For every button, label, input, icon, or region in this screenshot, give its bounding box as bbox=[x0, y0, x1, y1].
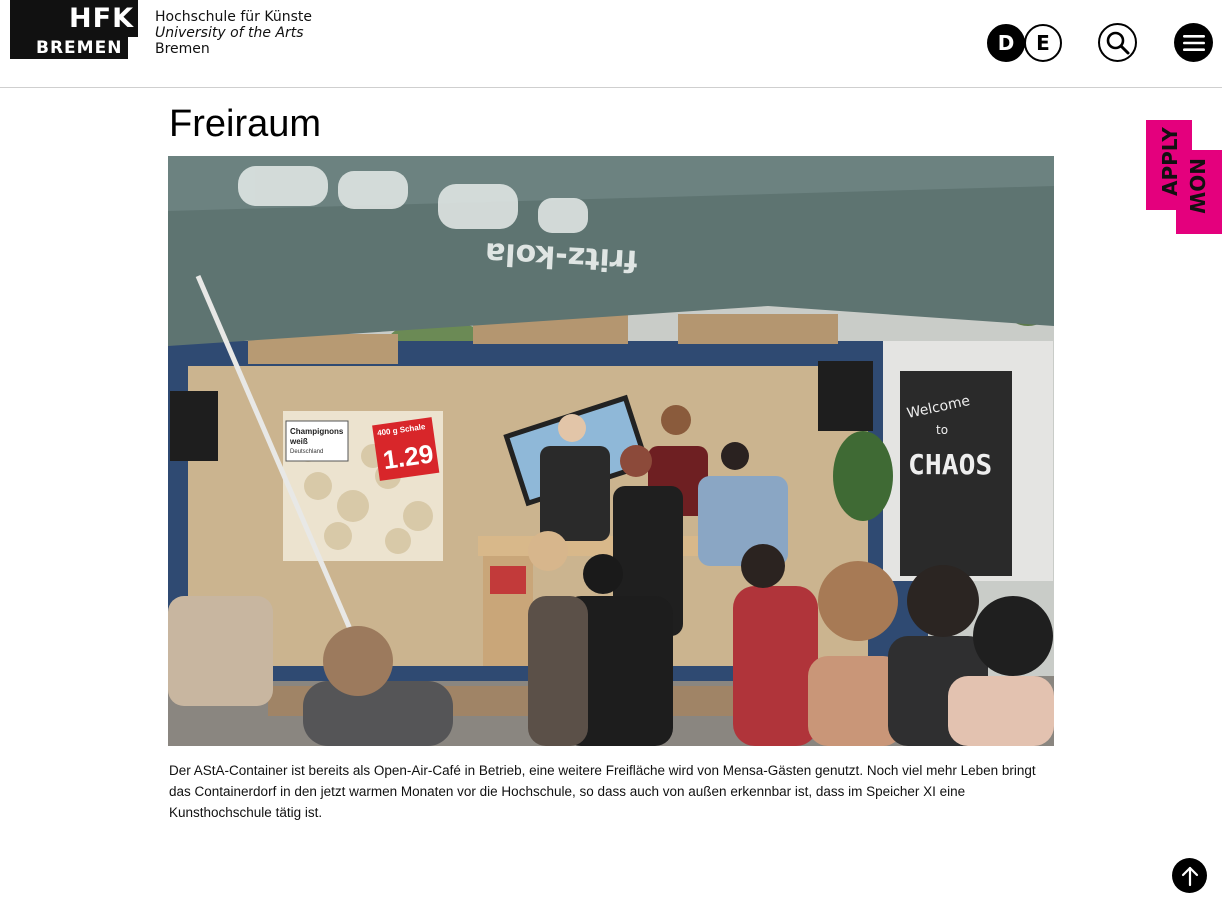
apply-now-label-apply: APPLY bbox=[1158, 127, 1182, 196]
apply-now-label-now: NOW bbox=[1185, 158, 1209, 214]
sign-origin-text: Deutschland bbox=[290, 449, 323, 455]
page-title: Freiraum bbox=[169, 103, 322, 145]
logo-text-line-city: Bremen bbox=[155, 41, 210, 57]
menu-button[interactable] bbox=[1174, 23, 1213, 62]
article-photo: Champignons weiß Deutschland 400 g Schal… bbox=[168, 156, 1054, 746]
logo-text-line-de: Hochschule für Künste bbox=[155, 9, 312, 25]
arrow-up-icon bbox=[1181, 866, 1198, 886]
apply-now-button[interactable]: APPLY NOW bbox=[1146, 120, 1222, 234]
sign-champignons-text: Champignons bbox=[290, 427, 344, 436]
logo-mark-bremen: BREMEN bbox=[36, 38, 123, 58]
language-en-button[interactable]: E bbox=[1024, 24, 1062, 62]
photo-caption: Der AStA-Container ist bereits als Open-… bbox=[169, 763, 1036, 820]
logo-text[interactable]: Hochschule für Künste University of the … bbox=[155, 9, 312, 57]
language-de-button[interactable]: D bbox=[987, 24, 1025, 62]
hfk-logo[interactable]: HFK BREMEN bbox=[10, 0, 138, 60]
sign-weiss-text: weiß bbox=[289, 437, 308, 446]
chalkboard-chaos-text: CHAOS bbox=[908, 448, 992, 481]
hamburger-menu-icon bbox=[1182, 34, 1205, 51]
chalkboard-to-text: to bbox=[936, 423, 948, 437]
search-icon bbox=[1106, 31, 1129, 54]
logo-text-line-en: University of the Arts bbox=[155, 25, 304, 41]
search-button[interactable] bbox=[1098, 23, 1137, 62]
back-to-top-button[interactable] bbox=[1172, 858, 1207, 893]
logo-mark-hfk: HFK bbox=[69, 3, 134, 34]
site-header: HFK BREMEN Hochschule für Künste Univers… bbox=[0, 0, 1222, 88]
